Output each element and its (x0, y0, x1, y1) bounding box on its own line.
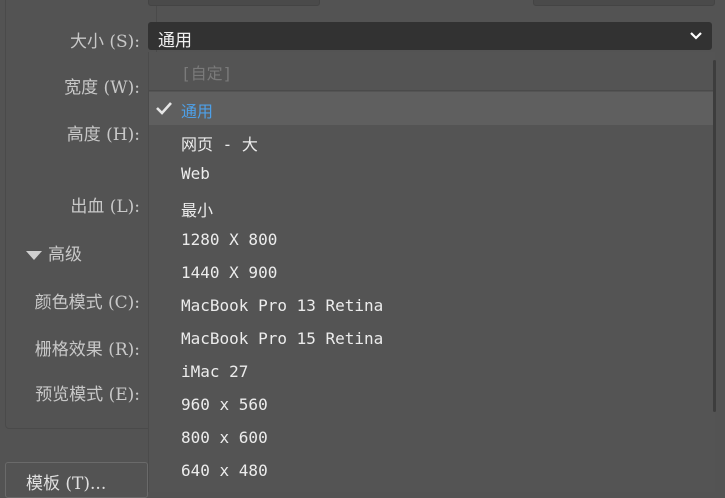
dropdown-option[interactable]: 640 x 480 (149, 455, 715, 488)
dropdown-option[interactable]: 960 x 560 (149, 389, 715, 422)
dropdown-option[interactable]: 1440 X 900 (149, 257, 715, 290)
dropdown-option[interactable]: iMac 27 (149, 356, 715, 389)
size-select-value: 通用 (158, 31, 192, 51)
dropdown-option-label: 网页 - 大 (181, 135, 258, 154)
dropdown-option[interactable]: MacBook Pro 15 Retina (149, 323, 715, 356)
dropdown-option-label: MacBook Pro 15 Retina (181, 329, 384, 348)
dropdown-option[interactable]: 最小 (149, 191, 715, 224)
dropdown-option[interactable]: 网页 - 大 (149, 125, 715, 158)
color-mode-label: 颜色模式 (C): (34, 293, 140, 313)
dropdown-option[interactable]: MacBook Pro 13 Retina (149, 290, 715, 323)
advanced-toggle[interactable]: 高级 (26, 240, 82, 265)
dropdown-option-label: 通用 (181, 102, 214, 121)
dropdown-option[interactable]: Web (149, 158, 715, 191)
dropdown-option[interactable]: 通用 (149, 92, 715, 125)
dropdown-option-label: 最小 (181, 201, 214, 220)
size-label: 大小 (S): (69, 32, 140, 52)
size-dropdown-list: [自定] 通用网页 - 大 Web 最小 1280 X 800 1440 X 900 Mac… (148, 52, 715, 492)
dropdown-option-label: iMac 27 (181, 362, 249, 381)
dropdown-scrollbar[interactable] (713, 60, 716, 412)
dropdown-option[interactable]: 1280 X 800 (149, 224, 715, 257)
template-button-label: 模板 (T)... (26, 474, 107, 494)
dropdown-option[interactable]: 800 x 600 (149, 422, 715, 455)
bleed-label: 出血 (L): (70, 197, 140, 217)
dropdown-option-label: [自定] (181, 64, 233, 83)
chevron-down-icon (690, 32, 702, 40)
size-select[interactable]: 通用 (148, 22, 712, 51)
dropdown-option-label: 960 x 560 (181, 395, 268, 414)
advanced-label: 高级 (48, 245, 82, 265)
disclosure-triangle-icon (26, 251, 42, 260)
raster-effects-label: 栅格效果 (R): (34, 340, 140, 360)
dropdown-option-label: Web (181, 164, 210, 183)
width-label: 宽度 (W): (64, 78, 140, 98)
dropdown-option-label: 1280 X 800 (181, 230, 278, 249)
dropdown-option-label: 1440 X 900 (181, 263, 278, 282)
dropdown-option-label: MacBook Pro 13 Retina (181, 296, 384, 315)
top-field-left[interactable] (148, 0, 320, 6)
preview-mode-label: 预览模式 (E): (35, 385, 140, 405)
height-label: 高度 (H): (66, 125, 140, 145)
dropdown-option-label: 640 x 480 (181, 461, 268, 480)
template-button[interactable]: 模板 (T)... (5, 462, 148, 498)
top-field-right[interactable] (533, 0, 715, 6)
checkmark-icon (156, 102, 172, 115)
separator (149, 90, 715, 91)
dropdown-option-label: 800 x 600 (181, 428, 268, 447)
dropdown-option: [自定] (149, 54, 715, 87)
